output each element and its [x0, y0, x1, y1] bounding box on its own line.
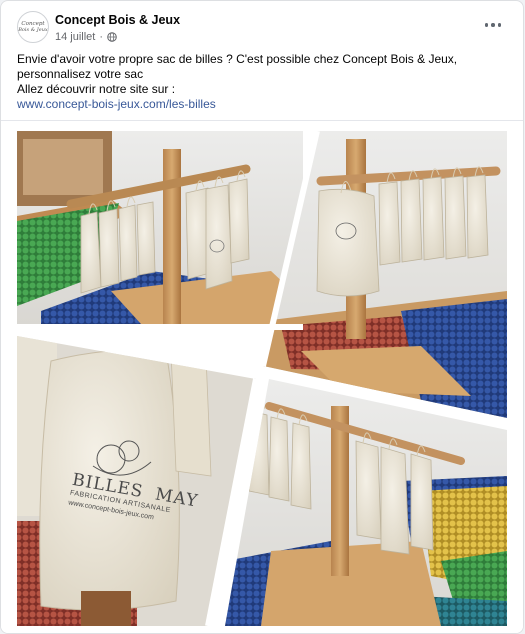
more-dot-icon: [491, 23, 495, 27]
post-meta: 14 juillet ·: [55, 31, 117, 43]
photo-collage: [17, 130, 508, 627]
post-text: Envie d'avoir votre propre sac de billes…: [17, 52, 512, 112]
collage-photo-3: [17, 336, 256, 626]
page-avatar[interactable]: Concept Bois & Jeux: [17, 11, 49, 43]
globe-icon[interactable]: [107, 32, 117, 42]
post-link[interactable]: www.concept-bois-jeux.com/les-billes: [17, 97, 216, 111]
post-date[interactable]: 14 juillet: [55, 31, 95, 43]
more-options-button[interactable]: [481, 15, 505, 35]
post-text-line: Envie d'avoir votre propre sac de billes…: [17, 52, 458, 66]
post-header: Concept Bois & Jeux Concept Bois & Jeux …: [1, 1, 523, 49]
page-name-link[interactable]: Concept Bois & Jeux: [55, 13, 180, 27]
collage-photo-1: [17, 131, 303, 324]
avatar-line-2: Bois & Jeux: [18, 27, 48, 33]
more-dot-icon: [497, 23, 502, 27]
post-text-line: Allez découvrir notre site sur :: [17, 82, 176, 96]
post-photo[interactable]: BILLES MAY FABRICATION ARTISANALE www.co…: [1, 120, 523, 633]
post-card: Concept Bois & Jeux Concept Bois & Jeux …: [0, 0, 524, 634]
post-text-line: personnalisez votre sac: [17, 67, 144, 81]
more-dot-icon: [484, 23, 489, 27]
